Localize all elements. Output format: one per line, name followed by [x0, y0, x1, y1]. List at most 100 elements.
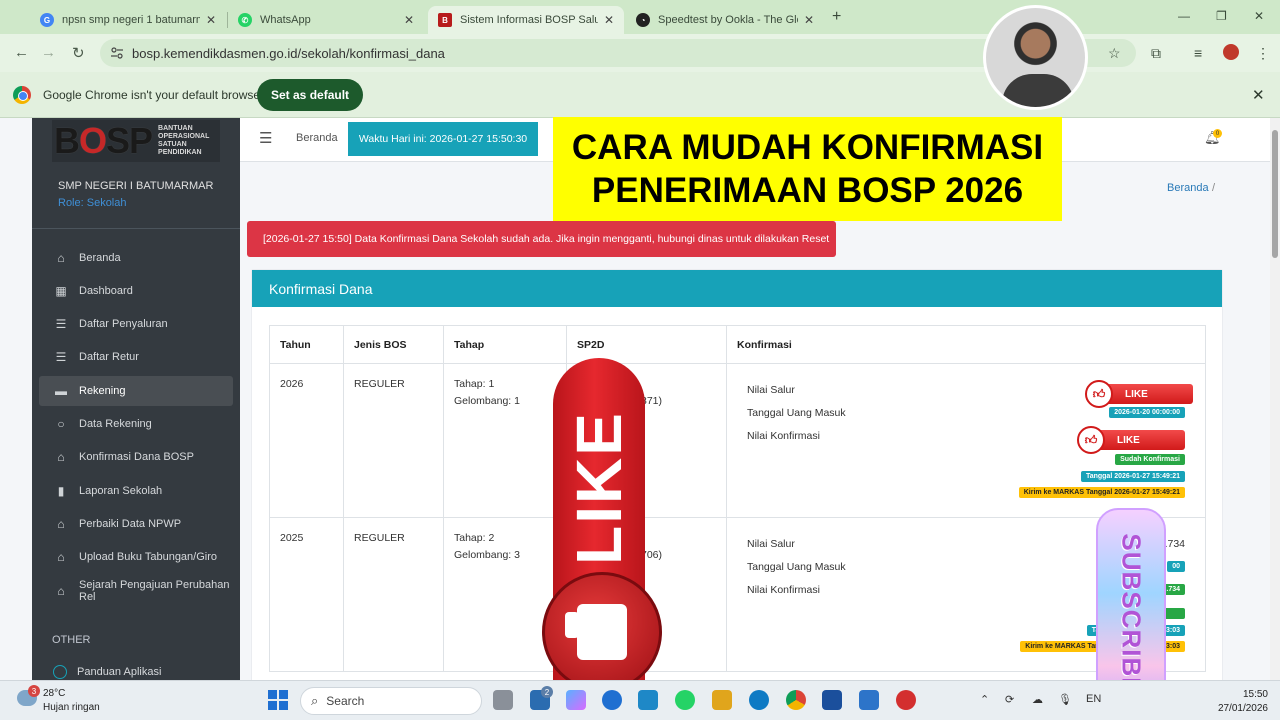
- sidebar-item-beranda[interactable]: ⌂ Beranda: [39, 243, 233, 273]
- bank-icon: ⌂: [57, 584, 65, 598]
- nav-link-beranda[interactable]: Beranda: [296, 132, 338, 144]
- bookmark-star-icon[interactable]: ☆: [1108, 45, 1121, 62]
- file-explorer-icon[interactable]: [712, 690, 732, 710]
- headline-line-2: PENERIMAAN BOSP 2026: [591, 171, 1024, 210]
- breadcrumb-beranda[interactable]: Beranda: [1167, 182, 1209, 194]
- page-scrollbar[interactable]: [1270, 118, 1280, 680]
- weather-app-icon[interactable]: [638, 690, 658, 710]
- hamburger-icon[interactable]: ☰: [259, 129, 272, 147]
- whatsapp-taskbar-icon[interactable]: [675, 690, 695, 710]
- credit-card-icon: ▬: [55, 384, 67, 398]
- tab-npsn[interactable]: G npsn smp negeri 1 batumarmar ✕: [30, 6, 226, 34]
- table-row: 2025 REGULER Tahap: 2 Gelombang: 3 706) …: [269, 517, 1206, 672]
- list-icon: ☰: [55, 317, 67, 331]
- presenter-body: [1002, 74, 1074, 107]
- tab-whatsapp[interactable]: ✆ WhatsApp ✕: [228, 6, 424, 34]
- windows-start-icon[interactable]: [268, 690, 288, 710]
- url-text: bosp.kemendikdasmen.go.id/sekolah/konfir…: [132, 45, 445, 61]
- clock-time: 15:50: [1242, 689, 1268, 700]
- thumbs-up-icon: 👍︎: [1077, 426, 1105, 454]
- column-header-tahun: Tahun: [269, 325, 344, 364]
- thumbs-up-icon: 👍︎: [1085, 380, 1113, 408]
- microphone-icon[interactable]: 🎙︎: [1058, 693, 1072, 706]
- current-time-badge: Waktu Hari ini: 2026-01-27 15:50:30: [348, 122, 538, 156]
- chrome-taskbar-icon[interactable]: [786, 690, 806, 710]
- taskbar-clock[interactable]: 15:50 27/01/2026: [1192, 688, 1268, 716]
- back-icon[interactable]: ←: [14, 44, 29, 61]
- nilai-salur-value: .734: [1164, 538, 1185, 550]
- recorder-icon[interactable]: [896, 690, 916, 710]
- sidebar-item-panduan[interactable]: Panduan Aplikasi: [39, 657, 233, 680]
- cell-konfirmasi: Nilai Salur Tanggal Uang Masuk Nilai Kon…: [726, 363, 1206, 518]
- like-sticker-text: LIKE: [1125, 388, 1148, 400]
- google-icon: G: [40, 13, 54, 27]
- sidebar-item-label: Dashboard: [79, 285, 133, 297]
- reload-icon[interactable]: ↻: [72, 44, 85, 62]
- scrollbar-thumb[interactable]: [1272, 130, 1278, 258]
- taskbar-search-box[interactable]: ⌕ Search: [300, 687, 482, 715]
- sidebar-item-data-rekening[interactable]: ○ Data Rekening: [39, 409, 233, 439]
- app-icon[interactable]: [822, 690, 842, 710]
- sync-icon[interactable]: ⟳: [1005, 693, 1014, 706]
- kirim-markas-badge: Kirim ke MARKAS Tanggal 2026-01-27 15:49…: [1018, 487, 1185, 498]
- user-role: Role: Sekolah: [58, 197, 127, 209]
- school-name[interactable]: SMP NEGERI I BATUMARMAR: [58, 180, 213, 192]
- card-title: Konfirmasi Dana: [269, 280, 373, 297]
- sidebar-item-label: Perbaiki Data NPWP: [79, 518, 182, 530]
- address-bar[interactable]: bosp.kemendikdasmen.go.id/sekolah/konfir…: [100, 39, 1136, 67]
- cloud-icon[interactable]: ☁: [1032, 693, 1043, 706]
- tab-speedtest[interactable]: ◔ Speedtest by Ookla - The Glob ✕: [626, 6, 826, 34]
- menu-dots-icon[interactable]: ⋮: [1256, 45, 1270, 62]
- presenter-webcam: [983, 5, 1088, 110]
- close-tab-icon[interactable]: ✕: [206, 13, 216, 27]
- gelombang-text: Gelombang: 3: [454, 549, 520, 561]
- new-tab-icon[interactable]: +: [832, 8, 841, 26]
- profile-avatar[interactable]: [1223, 44, 1239, 60]
- sidebar-item-konfirmasi-dana[interactable]: ⌂ Konfirmasi Dana BOSP: [39, 442, 233, 472]
- sidebar-item-daftar-retur[interactable]: ☰ Daftar Retur: [39, 342, 233, 372]
- close-infobar-icon[interactable]: ✕: [1252, 86, 1265, 104]
- sidebar-item-sejarah-pengajuan[interactable]: ⌂ Sejarah Pengajuan Perubahan Rel: [39, 576, 233, 606]
- media-control-icon[interactable]: ≡: [1194, 45, 1202, 61]
- sidebar-item-label: Data Rekening: [79, 418, 152, 430]
- close-tab-icon[interactable]: ✕: [804, 13, 814, 27]
- close-window-icon[interactable]: ✕: [1254, 9, 1264, 23]
- close-tab-icon[interactable]: ✕: [404, 13, 414, 27]
- tanggal-masuk-badge: 2026-01-20 00:00:00: [1109, 407, 1185, 418]
- bank-icon: ⌂: [57, 517, 65, 531]
- cell-tahap: Tahap: 1 Gelombang: 1: [443, 363, 567, 518]
- like-banner-text: LIKE: [563, 411, 635, 565]
- help-icon[interactable]: [602, 690, 622, 710]
- sidebar-item-dashboard[interactable]: ▦ Dashboard: [39, 276, 233, 306]
- sidebar-item-daftar-penyaluran[interactable]: ☰ Daftar Penyaluran: [39, 309, 233, 339]
- maximize-icon[interactable]: ❐: [1216, 9, 1227, 23]
- tab-bosp[interactable]: B Sistem Informasi BOSP Salur ✕: [428, 6, 624, 34]
- bank-icon: ⌂: [57, 550, 65, 564]
- tanggal-masuk-badge: 00: [1167, 561, 1185, 572]
- column-header-jenis-bos: Jenis BOS: [343, 325, 444, 364]
- sidebar-item-upload-buku[interactable]: ⌂ Upload Buku Tabungan/Giro: [39, 542, 233, 572]
- app-icon[interactable]: [859, 690, 879, 710]
- alert-text: [2026-01-27 15:50] Data Konfirmasi Dana …: [263, 233, 830, 245]
- forward-icon[interactable]: →: [41, 44, 56, 61]
- chevron-up-icon[interactable]: ⌃: [980, 693, 989, 706]
- set-default-button[interactable]: Set as default: [257, 79, 364, 111]
- sidebar-item-laporan-sekolah[interactable]: ▮ Laporan Sekolah: [39, 476, 233, 506]
- sidebar-item-rekening[interactable]: ▬ Rekening: [39, 376, 233, 406]
- column-header-konfirmasi: Konfirmasi: [726, 325, 1206, 364]
- sidebar-item-perbaiki-npwp[interactable]: ⌂ Perbaiki Data NPWP: [39, 509, 233, 539]
- tanggal-konfirmasi-badge: Tanggal 2026-01-27 15:49:21: [1080, 471, 1185, 482]
- minimize-icon[interactable]: —: [1178, 9, 1190, 23]
- card-header: Konfirmasi Dana: [252, 270, 1222, 307]
- bosp-logo[interactable]: BOSP BANTUAN OPERASIONAL SATUAN PENDIDIK…: [52, 120, 220, 162]
- site-info-icon[interactable]: [110, 46, 124, 60]
- speedtest-icon: ◔: [636, 13, 650, 27]
- cell-tahun: 2025: [269, 517, 344, 672]
- task-view-icon[interactable]: [493, 690, 513, 710]
- close-tab-icon[interactable]: ✕: [604, 13, 614, 27]
- book-icon: ▮: [57, 484, 65, 498]
- copilot-icon[interactable]: [566, 690, 586, 710]
- extensions-icon[interactable]: ⧉: [1151, 45, 1161, 62]
- edge-icon[interactable]: [749, 690, 769, 710]
- language-indicator[interactable]: EN: [1086, 693, 1101, 705]
